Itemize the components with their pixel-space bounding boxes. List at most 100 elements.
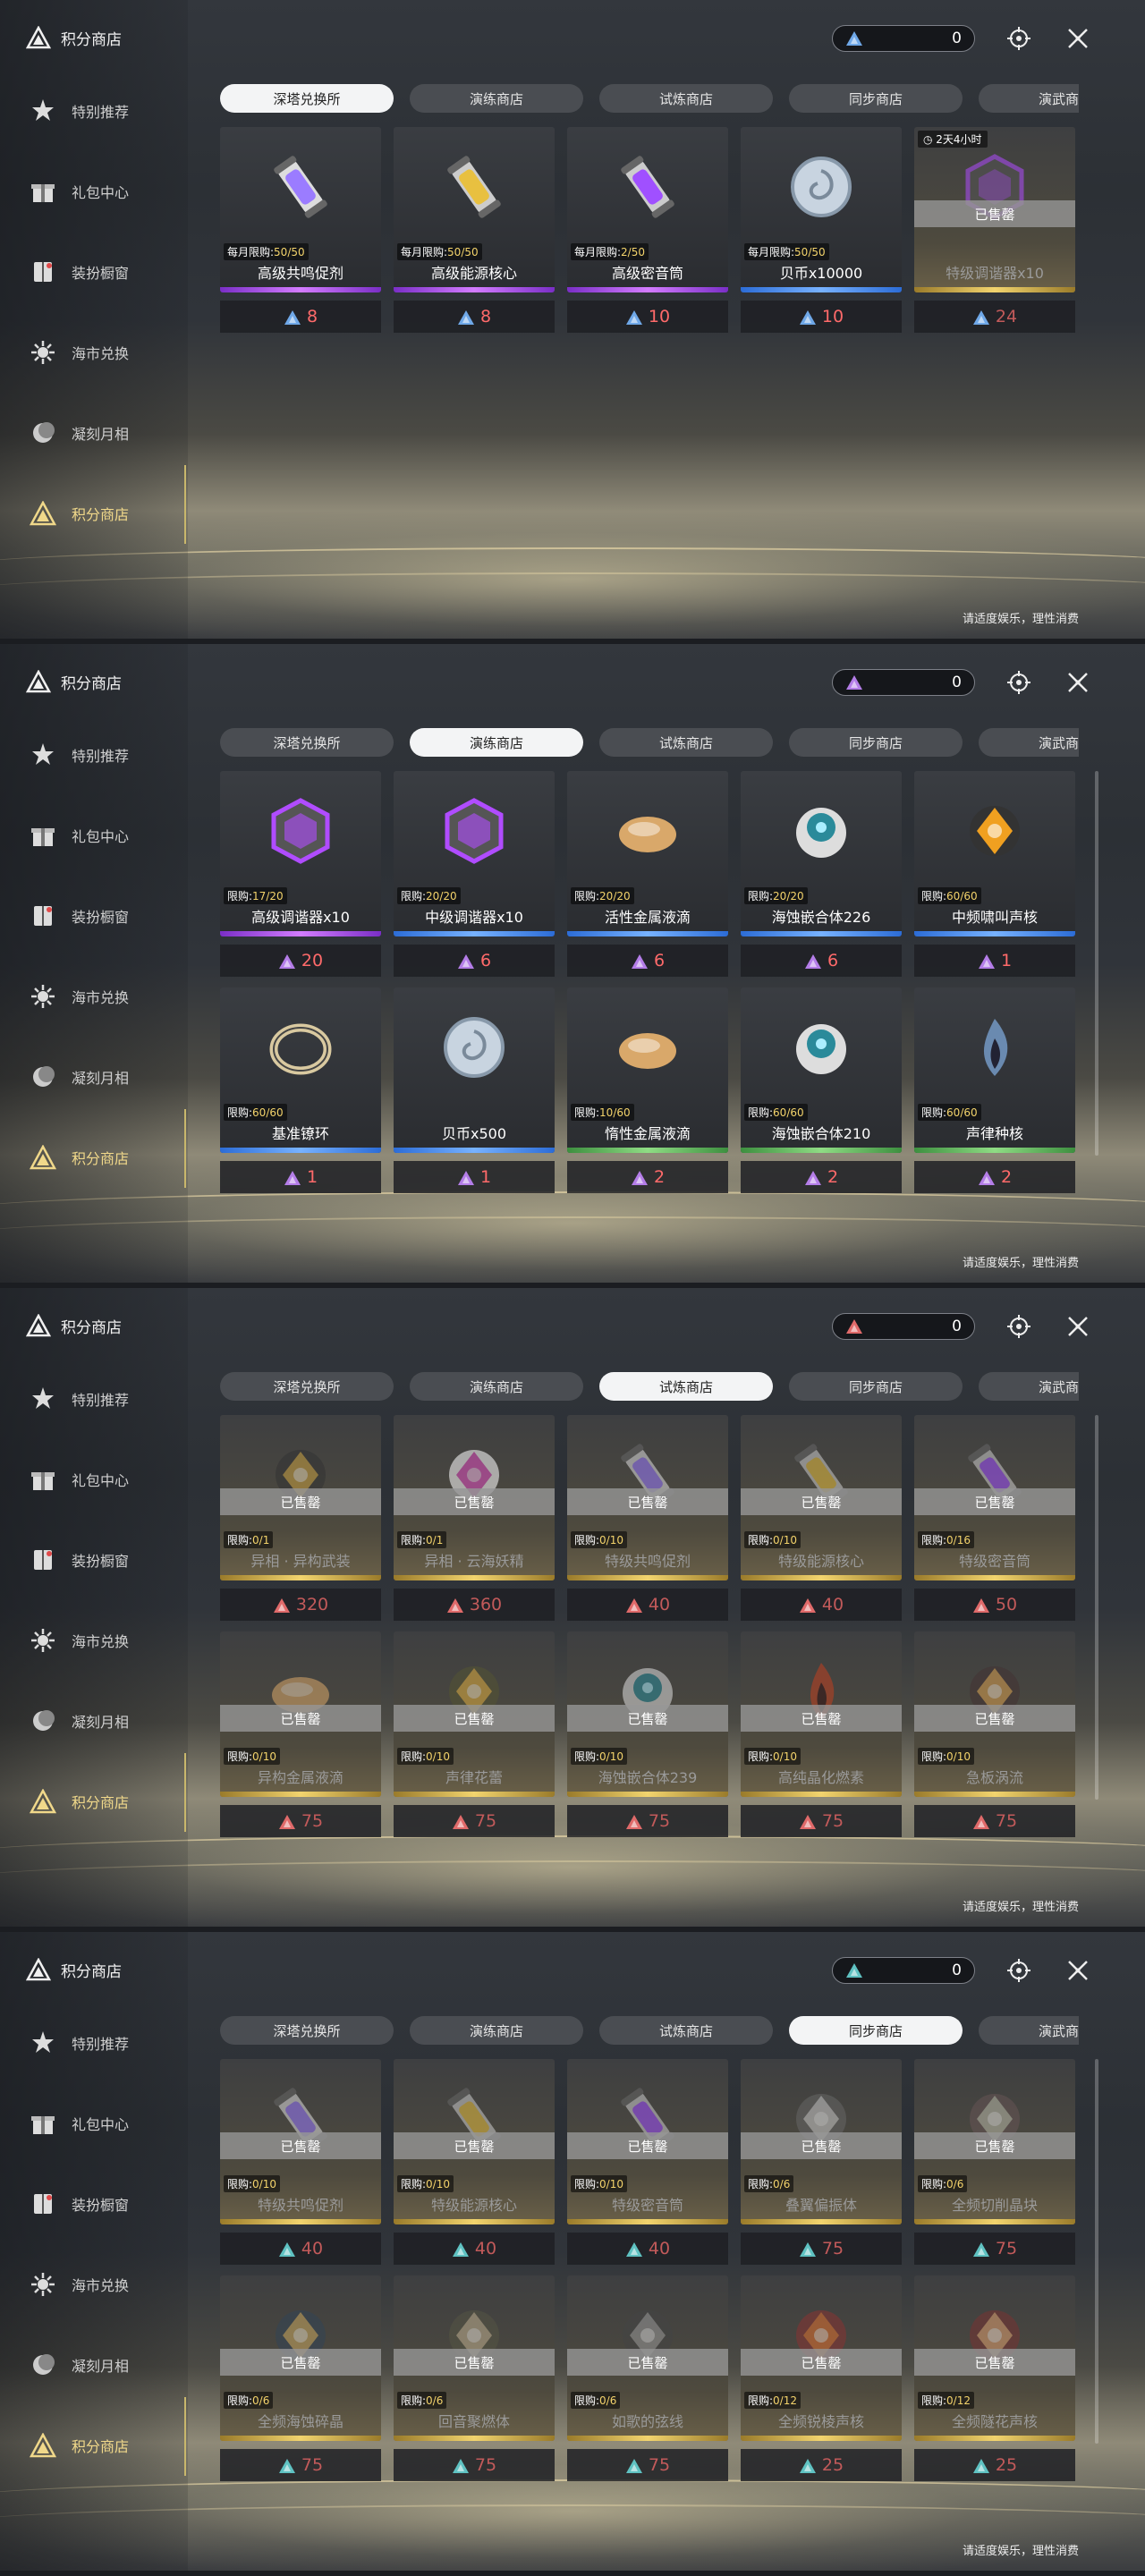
shop-item-card[interactable]: 已售罄 限购:0/12 全频隧花声核 25 bbox=[914, 2275, 1075, 2483]
shop-item-card[interactable]: 已售罄 限购:0/12 全频锐棱声核 25 bbox=[741, 2275, 902, 2483]
shop-item-card[interactable]: 已售罄 限购:0/10 高纯晶化燃素 75 bbox=[741, 1631, 902, 1839]
shop-item-card[interactable]: 限购:60/60 基准镣环 1 bbox=[220, 987, 381, 1195]
item-frame: 已售罄 限购:0/6 如歌的弦线 bbox=[567, 2275, 728, 2441]
tab-5[interactable]: 演武商店 bbox=[979, 1372, 1079, 1401]
sidebar-item-2[interactable]: 礼包中心 bbox=[25, 2106, 177, 2141]
shop-item-card[interactable]: 已售罄 限购:0/6 回音聚燃体 75 bbox=[394, 2275, 555, 2483]
shop-item-card[interactable]: 限购:20/20 活性金属液滴 6 bbox=[567, 771, 728, 979]
shop-item-card[interactable]: 已售罄 限购:0/16 特级密音筒 50 bbox=[914, 1415, 1075, 1623]
shop-item-card[interactable]: 已售罄 限购:0/10 声律花蕾 75 bbox=[394, 1631, 555, 1839]
tab-5[interactable]: 演武商店 bbox=[979, 2016, 1079, 2045]
sidebar-item-4[interactable]: 海市兑换 bbox=[25, 335, 177, 370]
shop-item-card[interactable]: 已售罄 限购:0/10 特级能源核心 40 bbox=[394, 2059, 555, 2267]
sidebar-item-1[interactable]: 特别推荐 bbox=[25, 93, 177, 129]
sidebar-item-2[interactable]: 礼包中心 bbox=[25, 1462, 177, 1497]
shop-item-card[interactable]: 每月限购:50/50 贝币x10000 10 bbox=[741, 127, 902, 335]
sidebar-item-5[interactable]: 凝刻月相 bbox=[25, 1059, 177, 1095]
shop-item-card[interactable]: 限购:10/60 惰性金属液滴 2 bbox=[567, 987, 728, 1195]
tab-3[interactable]: 试炼商店 bbox=[599, 1372, 773, 1401]
shop-item-card[interactable]: 贝币x500 1 bbox=[394, 987, 555, 1195]
footnote: 请适度娱乐，理性消费 bbox=[962, 1257, 1079, 1270]
shop-item-card[interactable]: 每月限购:50/50 高级能源核心 8 bbox=[394, 127, 555, 335]
scrollbar[interactable] bbox=[1095, 771, 1098, 1156]
shop-item-card[interactable]: 已售罄 限购:0/10 特级共鸣促剂 40 bbox=[567, 1415, 728, 1623]
tab-4[interactable]: 同步商店 bbox=[789, 84, 963, 113]
shop-item-card[interactable]: 限购:17/20 高级调谐器x10 20 bbox=[220, 771, 381, 979]
sidebar-item-3[interactable]: 装扮橱窗 bbox=[25, 1542, 177, 1578]
sidebar-item-3[interactable]: 装扮橱窗 bbox=[25, 2186, 177, 2222]
sidebar-item-4[interactable]: 海市兑换 bbox=[25, 979, 177, 1014]
sidebar-item-4[interactable]: 海市兑换 bbox=[25, 1623, 177, 1658]
item-name: 惰性金属液滴 bbox=[604, 1125, 691, 1142]
close-button[interactable] bbox=[1064, 1957, 1091, 1984]
tab-5[interactable]: 演武商店 bbox=[979, 728, 1079, 757]
tab-2[interactable]: 演练商店 bbox=[410, 1372, 583, 1401]
target-button[interactable] bbox=[1005, 1957, 1032, 1984]
sidebar-item-1[interactable]: 特别推荐 bbox=[25, 737, 177, 773]
sidebar-item-6[interactable]: 积分商店 bbox=[25, 1140, 177, 1175]
sidebar-item-2[interactable]: 礼包中心 bbox=[25, 174, 177, 209]
target-button[interactable] bbox=[1005, 25, 1032, 52]
scrollbar[interactable] bbox=[1095, 2059, 1098, 2444]
shop-item-card[interactable]: 已售罄 限购:0/10 海蚀嵌合体239 75 bbox=[567, 1631, 728, 1839]
sidebar-item-4[interactable]: 海市兑换 bbox=[25, 2267, 177, 2302]
sidebar-item-1[interactable]: 特别推荐 bbox=[25, 1381, 177, 1417]
tab-2[interactable]: 演练商店 bbox=[410, 2016, 583, 2045]
shop-item-card[interactable]: 已售罄 限购:0/6 叠翼偏振体 75 bbox=[741, 2059, 902, 2267]
sidebar-item-3[interactable]: 装扮橱窗 bbox=[25, 254, 177, 290]
tab-4[interactable]: 同步商店 bbox=[789, 1372, 963, 1401]
sidebar-item-6[interactable]: 积分商店 bbox=[25, 1784, 177, 1819]
shop-item-card[interactable]: 限购:20/20 海蚀嵌合体226 6 bbox=[741, 771, 902, 979]
item-frame: 已售罄 限购:0/1 异相 · 异构武装 bbox=[220, 1415, 381, 1580]
sidebar-item-5[interactable]: 凝刻月相 bbox=[25, 415, 177, 451]
shop-item-card[interactable]: 已售罄 限购:0/6 全频切削晶块 75 bbox=[914, 2059, 1075, 2267]
sidebar-item-5[interactable]: 凝刻月相 bbox=[25, 1703, 177, 1739]
shop-item-card[interactable]: 已售罄 限购:0/10 特级能源核心 40 bbox=[741, 1415, 902, 1623]
shop-item-card[interactable]: 限购:60/60 中频啸叫声核 1 bbox=[914, 771, 1075, 979]
tab-1[interactable]: 深塔兑换所 bbox=[220, 1372, 394, 1401]
shop-item-card[interactable]: 限购:60/60 声律种核 2 bbox=[914, 987, 1075, 1195]
wardrobe-icon bbox=[25, 1542, 61, 1578]
tab-4[interactable]: 同步商店 bbox=[789, 728, 963, 757]
tab-1[interactable]: 深塔兑换所 bbox=[220, 84, 394, 113]
item-frame: 每月限购:50/50 贝币x10000 bbox=[741, 127, 902, 292]
moon-icon bbox=[25, 1059, 61, 1095]
shop-item-card[interactable]: 已售罄 限购:0/6 全频海蚀碎晶 75 bbox=[220, 2275, 381, 2483]
sidebar-item-1[interactable]: 特别推荐 bbox=[25, 2025, 177, 2061]
close-button[interactable] bbox=[1064, 1313, 1091, 1340]
sidebar-item-6[interactable]: 积分商店 bbox=[25, 2428, 177, 2463]
tab-5[interactable]: 演武商店 bbox=[979, 84, 1079, 113]
sidebar-item-2[interactable]: 礼包中心 bbox=[25, 818, 177, 853]
shop-item-card[interactable]: ◷ 2天4小时 已售罄 特级调谐器x10 24 bbox=[914, 127, 1075, 335]
tab-1[interactable]: 深塔兑换所 bbox=[220, 728, 394, 757]
tab-3[interactable]: 试炼商店 bbox=[599, 728, 773, 757]
shop-item-card[interactable]: 已售罄 限购:0/1 异相 · 云海妖精 360 bbox=[394, 1415, 555, 1623]
sidebar-item-5[interactable]: 凝刻月相 bbox=[25, 2347, 177, 2383]
target-button[interactable] bbox=[1005, 1313, 1032, 1340]
target-button[interactable] bbox=[1005, 669, 1032, 696]
tab-3[interactable]: 试炼商店 bbox=[599, 84, 773, 113]
sidebar-item-label: 凝刻月相 bbox=[72, 426, 130, 443]
close-button[interactable] bbox=[1064, 25, 1091, 52]
shop-item-card[interactable]: 限购:20/20 中级调谐器x10 6 bbox=[394, 771, 555, 979]
shop-item-card[interactable]: 已售罄 限购:0/10 特级密音筒 40 bbox=[567, 2059, 728, 2267]
shop-item-card[interactable]: 每月限购:2/50 高级密音筒 10 bbox=[567, 127, 728, 335]
tab-2[interactable]: 演练商店 bbox=[410, 728, 583, 757]
shop-item-card[interactable]: 已售罄 限购:0/10 急板涡流 75 bbox=[914, 1631, 1075, 1839]
sidebar-item-3[interactable]: 装扮橱窗 bbox=[25, 898, 177, 934]
scrollbar[interactable] bbox=[1095, 1415, 1098, 1800]
tab-4[interactable]: 同步商店 bbox=[789, 2016, 963, 2045]
shop-item-card[interactable]: 已售罄 限购:0/10 特级共鸣促剂 40 bbox=[220, 2059, 381, 2267]
shop-item-card[interactable]: 每月限购:50/50 高级共鸣促剂 8 bbox=[220, 127, 381, 335]
crosshair-icon bbox=[1007, 671, 1030, 694]
tab-1[interactable]: 深塔兑换所 bbox=[220, 2016, 394, 2045]
shop-item-card[interactable]: 已售罄 限购:0/6 如歌的弦线 75 bbox=[567, 2275, 728, 2483]
shop-item-card[interactable]: 已售罄 限购:0/10 异构金属液滴 75 bbox=[220, 1631, 381, 1839]
shop-item-card[interactable]: 限购:60/60 海蚀嵌合体210 2 bbox=[741, 987, 902, 1195]
shop-item-card[interactable]: 已售罄 限购:0/1 异相 · 异构武装 320 bbox=[220, 1415, 381, 1623]
sidebar-item-6[interactable]: 积分商店 bbox=[25, 496, 177, 531]
tab-2[interactable]: 演练商店 bbox=[410, 84, 583, 113]
close-button[interactable] bbox=[1064, 669, 1091, 696]
item-name: 全频切削晶块 bbox=[951, 2197, 1038, 2214]
tab-3[interactable]: 试炼商店 bbox=[599, 2016, 773, 2045]
